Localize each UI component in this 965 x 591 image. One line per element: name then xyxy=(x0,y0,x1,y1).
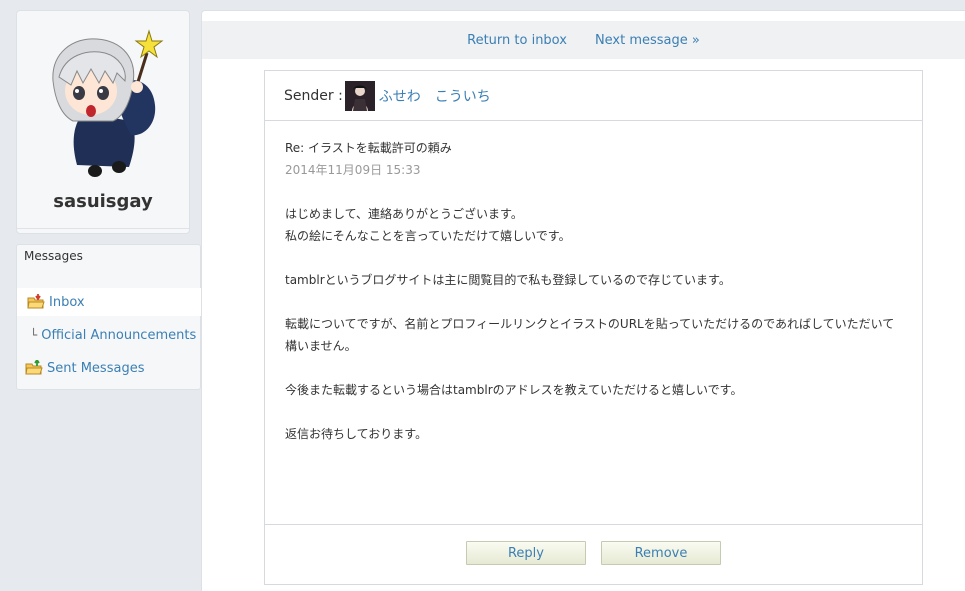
message-paragraph: 今後また転載するという場合はtamblrのアドレスを教えていただけると嬉しいです… xyxy=(285,379,905,401)
messages-title: Messages xyxy=(24,249,83,263)
nav-item-inbox[interactable]: Inbox xyxy=(17,288,201,316)
branch-icon: └ xyxy=(30,328,38,342)
message-paragraph: はじめまして、連絡ありがとうございます。 私の絵にそんなことを言っていただけて嬉… xyxy=(285,203,905,247)
return-to-inbox-link[interactable]: Return to inbox xyxy=(467,33,567,48)
message-line: 転載についてですが、名前とプロフィールリンクとイラストのURLを貼っていただける… xyxy=(285,317,895,331)
message-line: 返信お待ちしております。 xyxy=(285,427,428,441)
message-box: Sender : ふせわ こういち Re: イラストを転載許可の頼み 2014年… xyxy=(264,70,923,585)
profile-card: sasuisgay xyxy=(16,10,190,234)
message-line: 私の絵にそんなことを言っていただけて嬉しいです。 xyxy=(285,229,571,243)
nav-item-official-announcements-label: Official Announcements xyxy=(41,327,197,343)
sender-avatar[interactable] xyxy=(344,80,375,111)
remove-button[interactable]: Remove xyxy=(601,541,721,565)
message-date: 2014年11月09日 15:33 xyxy=(285,163,421,177)
reply-button[interactable]: Reply xyxy=(466,541,586,565)
message-header: Sender : ふせわ こういち xyxy=(265,71,922,121)
messages-panel: Messages Inbox └ Official Announcements … xyxy=(16,244,201,390)
profile-username: sasuisgay xyxy=(53,191,153,212)
main-content: Return to inbox Next message » Sender : … xyxy=(201,10,965,591)
next-message-link[interactable]: Next message » xyxy=(595,33,700,48)
message-paragraph: tamblrというブログサイトは主に閲覧目的で私も登録しているので存じています。 xyxy=(285,269,905,291)
message-paragraph: 転載についてですが、名前とプロフィールリンクとイラストのURLを貼っていただける… xyxy=(285,313,905,357)
message-paragraph: 返信お待ちしております。 xyxy=(285,423,905,445)
profile-avatar[interactable] xyxy=(43,25,167,185)
message-body: Re: イラストを転載許可の頼み 2014年11月09日 15:33 はじめまし… xyxy=(285,137,905,467)
message-actions: Reply Remove xyxy=(265,524,922,584)
nav-item-inbox-label: Inbox xyxy=(49,294,85,310)
sender-name-link[interactable]: ふせわ こういち xyxy=(379,86,491,106)
message-line: 構いません。 xyxy=(285,339,357,353)
sender-label: Sender : xyxy=(284,87,343,104)
nav-item-sent-messages[interactable]: Sent Messages xyxy=(17,354,201,382)
chibi-avatar-icon xyxy=(52,29,164,177)
message-subject: Re: イラストを転載許可の頼み xyxy=(285,141,452,155)
message-topnav: Return to inbox Next message » xyxy=(202,21,965,59)
folder-sent-icon xyxy=(25,360,43,376)
message-line: はじめまして、連絡ありがとうございます。 xyxy=(285,207,523,221)
profile-divider xyxy=(17,228,189,229)
nav-item-sent-messages-label: Sent Messages xyxy=(47,360,145,376)
folder-inbox-icon xyxy=(27,294,45,310)
message-line: tamblrというブログサイトは主に閲覧目的で私も登録しているので存じています。 xyxy=(285,273,731,287)
message-line: 今後また転載するという場合はtamblrのアドレスを教えていただけると嬉しいです… xyxy=(285,383,743,397)
nav-item-official-announcements[interactable]: └ Official Announcements xyxy=(17,321,201,349)
sender-avatar-icon xyxy=(344,80,375,111)
